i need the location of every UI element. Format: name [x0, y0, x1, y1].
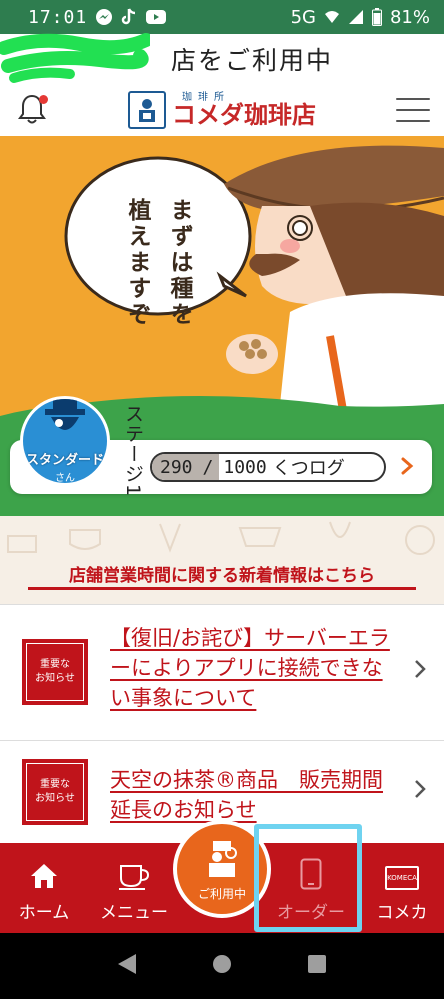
- home-system-button[interactable]: [211, 953, 233, 979]
- notice-chevron-icon: [414, 779, 426, 805]
- nav-order-label: オーダー: [277, 903, 345, 923]
- points-text: 290 / 1000 くつログ: [160, 454, 345, 480]
- rank-label: スタンダード: [25, 453, 104, 468]
- battery-percent: 81%: [389, 6, 430, 28]
- notification-dot: [39, 95, 48, 104]
- rank-sub-label: さん: [55, 473, 75, 484]
- nav-home-label: ホーム: [18, 903, 70, 923]
- store-hours-news-text[interactable]: 店舗営業時間に関する新着情報はこちら: [28, 561, 416, 586]
- notification-bell-button[interactable]: [18, 93, 48, 127]
- coffee-pattern-decoration: [7, 521, 435, 555]
- badge-line: お知らせ: [35, 793, 75, 804]
- store-hours-news-banner[interactable]: [0, 516, 444, 604]
- nav-komeca[interactable]: KOMECA コメカ: [360, 843, 444, 933]
- status-bar: 17:01 5G 81%: [0, 0, 444, 34]
- nav-center-in-use-button[interactable]: ご利用中: [173, 820, 271, 918]
- smartphone-icon: [300, 858, 322, 890]
- recents-button[interactable]: [306, 953, 328, 979]
- badge-line: 重要な: [40, 779, 70, 790]
- back-triangle-icon: [118, 954, 137, 974]
- important-notice-badge: 重要な お知らせ: [22, 759, 88, 825]
- recents-square-icon: [307, 955, 326, 973]
- points-current: 290: [160, 456, 193, 478]
- notice-title[interactable]: 【復旧/お詫び】サーバーエラーによりアプリに接続できない事象について: [110, 623, 390, 713]
- coffee-cup-icon: [119, 865, 150, 890]
- speech-line: 植えますぞ: [124, 198, 150, 328]
- badge-line: 重要な: [40, 659, 70, 670]
- hamburger-line: [396, 120, 430, 122]
- news-banner-underline: [28, 587, 416, 590]
- stage-detail-chevron-icon[interactable]: [400, 456, 420, 478]
- komeca-card-text: KOMECA: [387, 874, 417, 882]
- rank-avatar[interactable]: スタンダード さん: [20, 396, 110, 486]
- points-unit: くつログ: [272, 458, 345, 479]
- komeda-logo[interactable]: 珈琲所 コメダ珈琲店: [128, 91, 316, 129]
- nav-menu[interactable]: メニュー: [88, 843, 180, 933]
- network-label: 5G: [290, 6, 316, 28]
- home-circle-icon: [212, 955, 231, 973]
- battery-icon: [371, 8, 382, 26]
- status-time: 17:01: [28, 6, 88, 28]
- komeca-card-icon: KOMECA: [385, 866, 419, 890]
- points-separator: /: [202, 456, 214, 478]
- notice-title[interactable]: 天空の抹茶®商品 販売期間延長のお知らせ: [110, 765, 390, 825]
- important-notice-badge: 重要な お知らせ: [22, 639, 88, 705]
- messenger-icon: [95, 8, 113, 26]
- komeda-mark-icon: [128, 91, 166, 129]
- redaction-scribble: [0, 33, 150, 83]
- nav-center-label: ご利用中: [197, 886, 246, 901]
- points-goal: 1000: [223, 456, 267, 478]
- tiktok-icon: [121, 8, 137, 26]
- komeda-character-icon: [209, 840, 237, 877]
- back-button[interactable]: [116, 952, 138, 980]
- speech-bubble-text: まずは種を 植えますぞ: [88, 198, 228, 338]
- notice-item[interactable]: 重要な お知らせ 【復旧/お詫び】サーバーエラーによりアプリに接続できない事象に…: [0, 604, 444, 740]
- wifi-icon: [324, 9, 340, 25]
- system-navigation-bar: [0, 933, 444, 999]
- logo-main-text: コメダ珈琲店: [172, 101, 316, 129]
- hamburger-line: [396, 98, 430, 100]
- signal-icon: [348, 9, 364, 25]
- nav-komeca-label: コメカ: [376, 903, 428, 923]
- nav-menu-label: メニュー: [100, 903, 168, 923]
- badge-line: お知らせ: [35, 673, 75, 684]
- nav-home[interactable]: ホーム: [0, 843, 88, 933]
- youtube-icon: [145, 9, 167, 25]
- hamburger-line: [396, 109, 430, 111]
- home-icon: [31, 864, 57, 888]
- nav-order[interactable]: オーダー: [262, 843, 360, 933]
- stage-label: ステージ1: [122, 404, 144, 498]
- hamburger-menu-button[interactable]: [396, 98, 430, 122]
- points-progress-bar: 290 / 1000 くつログ: [150, 452, 386, 482]
- notice-chevron-icon: [414, 659, 426, 685]
- app-header: 珈琲所 コメダ珈琲店: [0, 84, 444, 136]
- speech-line: まずは種を: [166, 198, 192, 328]
